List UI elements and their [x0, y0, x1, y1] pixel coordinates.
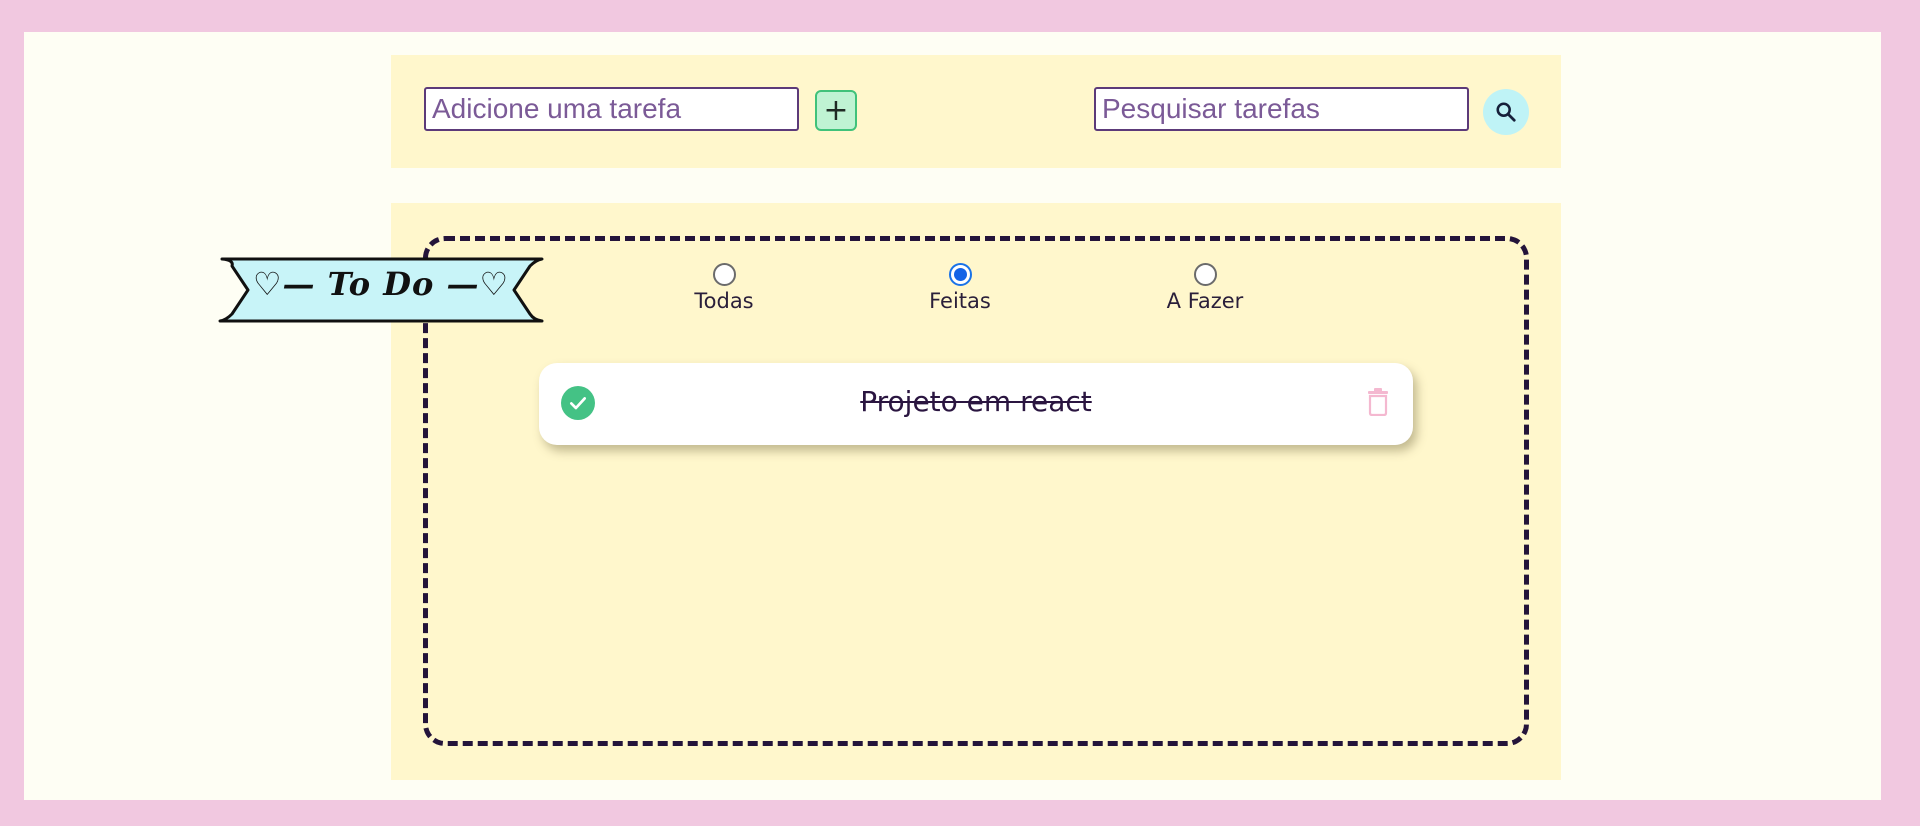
- filter-todas[interactable]: Todas: [664, 263, 784, 313]
- task-text: Projeto em react: [860, 385, 1092, 418]
- add-task-input[interactable]: [424, 87, 799, 131]
- filter-a-fazer[interactable]: A Fazer: [1145, 263, 1265, 313]
- filter-todas-label: Todas: [694, 289, 754, 313]
- app-page: + Todas Feitas A Fazer: [24, 32, 1881, 800]
- filter-todas-radio[interactable]: [712, 263, 736, 286]
- filter-feitas-radio[interactable]: [948, 263, 972, 286]
- trash-icon[interactable]: [1367, 388, 1389, 416]
- todo-banner: ♡— To Do —♡: [212, 256, 550, 324]
- filter-feitas[interactable]: Feitas: [900, 263, 1020, 313]
- plus-icon: +: [823, 92, 849, 128]
- banner-title: ♡— To Do —♡: [252, 265, 510, 303]
- task-item: Projeto em react: [539, 363, 1413, 445]
- filter-a-fazer-radio[interactable]: [1193, 263, 1217, 286]
- filter-feitas-label: Feitas: [929, 289, 991, 313]
- task-board: Todas Feitas A Fazer Projeto em react: [391, 203, 1561, 780]
- toolbar: +: [391, 55, 1561, 168]
- add-task-button[interactable]: +: [815, 90, 857, 131]
- search-icon: [1496, 102, 1516, 122]
- search-button[interactable]: [1483, 89, 1529, 135]
- search-input[interactable]: [1094, 87, 1469, 131]
- filter-a-fazer-label: A Fazer: [1166, 289, 1244, 313]
